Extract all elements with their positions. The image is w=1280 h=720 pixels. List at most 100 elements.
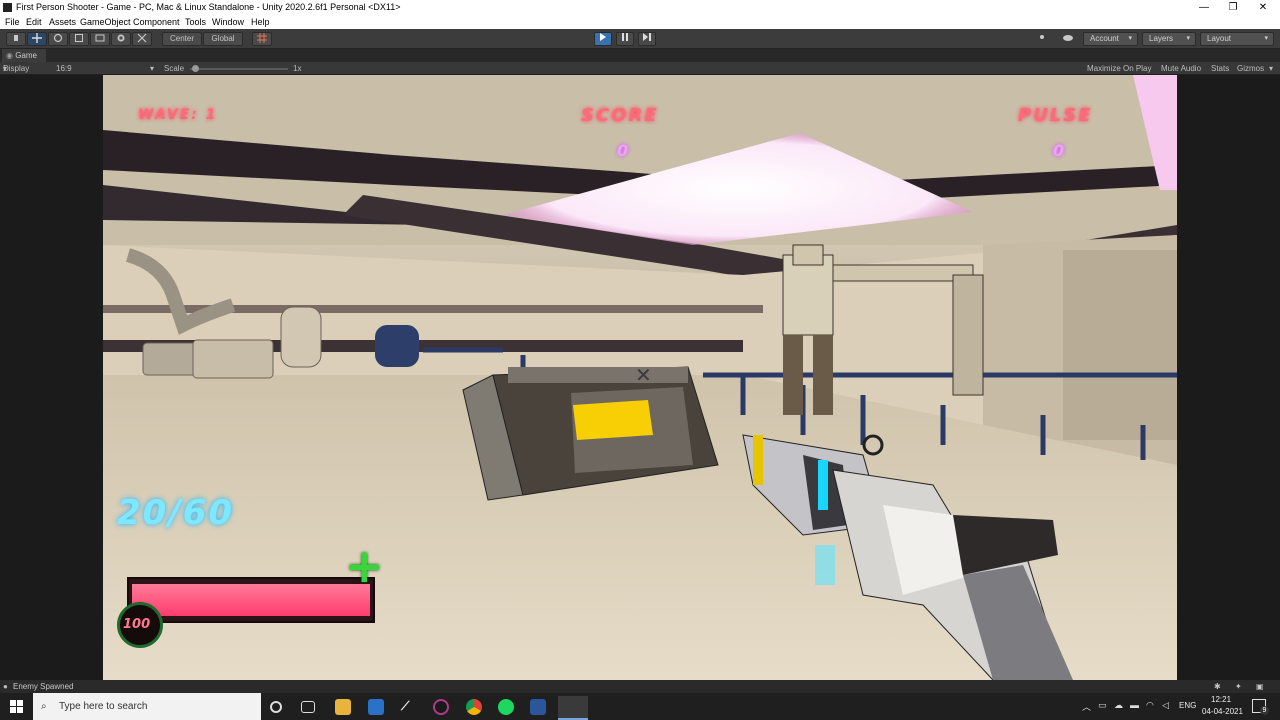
- pulse-label: PULSE: [1018, 105, 1093, 126]
- unity-app-icon: [3, 3, 12, 12]
- stats-toggle[interactable]: Stats: [1211, 62, 1229, 75]
- layers-dropdown[interactable]: Layers ▾: [1142, 32, 1196, 46]
- cortana-icon[interactable]: [270, 701, 282, 713]
- title-bar: First Person Shooter - Game - PC, Mac & …: [0, 0, 1280, 15]
- account-label: Account: [1090, 34, 1119, 43]
- device-icon[interactable]: ▭: [1098, 700, 1107, 711]
- menu-edit[interactable]: Edit: [26, 15, 42, 29]
- hand-icon: [14, 35, 18, 41]
- taskbar-search-box[interactable]: ⌕ Type here to search: [33, 693, 261, 720]
- collab-button[interactable]: [1032, 32, 1052, 46]
- game-controller-icon: ◉: [6, 51, 16, 60]
- chrome-icon[interactable]: [466, 699, 482, 715]
- gizmos-dropdown[interactable]: Gizmos: [1237, 62, 1264, 75]
- clock-date[interactable]: 04-04-2021: [1202, 707, 1243, 716]
- rotate-icon: [53, 33, 63, 43]
- minimize-button[interactable]: —: [1193, 0, 1215, 15]
- game-view-controls: Display 1 ▾ 16:9 Aspect ▾ Scale 1x Maxim…: [0, 62, 1280, 86]
- pivot-label: Center: [169, 34, 194, 43]
- rotate-tool-button[interactable]: [48, 32, 68, 46]
- space-label: Global: [211, 34, 235, 43]
- grid-snap-button[interactable]: [252, 32, 272, 46]
- space-global-toggle[interactable]: Global: [203, 32, 243, 46]
- chevron-down-icon: ▾: [3, 64, 8, 73]
- language-indicator[interactable]: ENG: [1179, 701, 1196, 710]
- cloud-button[interactable]: [1057, 32, 1079, 46]
- menu-tools[interactable]: Tools: [185, 15, 206, 29]
- notifications-icon[interactable]: 9: [1252, 699, 1269, 715]
- pause-button[interactable]: [616, 32, 634, 46]
- info-icon: ●: [3, 682, 8, 691]
- unity-editor-icon[interactable]: [558, 696, 588, 720]
- task-view-icon[interactable]: [301, 701, 315, 713]
- custom-tool-button[interactable]: [132, 32, 152, 46]
- status-message: Enemy Spawned: [13, 682, 74, 691]
- windows-start-icon[interactable]: [10, 700, 23, 713]
- menu-component[interactable]: Component: [133, 15, 180, 29]
- play-button[interactable]: [594, 32, 612, 46]
- mail-icon[interactable]: [368, 699, 384, 715]
- progress-icon: ✱: [1214, 682, 1221, 691]
- window-title: First Person Shooter - Game - PC, Mac & …: [16, 2, 401, 12]
- right-wall-panel: [1063, 250, 1177, 440]
- clock-time[interactable]: 12:21: [1211, 695, 1231, 704]
- search-placeholder: Type here to search: [59, 701, 148, 712]
- wifi-icon[interactable]: ◠: [1146, 700, 1154, 711]
- transform-tool-button[interactable]: [111, 32, 131, 46]
- volume-icon[interactable]: ◁: [1162, 700, 1169, 711]
- notification-count: 9: [1260, 706, 1269, 715]
- chevron-down-icon: ▾: [1128, 35, 1132, 42]
- spotify-icon[interactable]: [498, 699, 514, 715]
- layers-label: Layers: [1149, 34, 1174, 43]
- crosshair-icon: ✕: [635, 363, 652, 387]
- maximize-button[interactable]: ❐: [1222, 0, 1244, 15]
- account-dropdown[interactable]: Account ▾: [1083, 32, 1138, 46]
- chevron-down-icon: ▾: [1264, 35, 1268, 42]
- unity-hub-icon[interactable]: ⟋: [401, 699, 417, 715]
- game-tab-label: Game: [15, 51, 37, 60]
- layout-label: Layout: [1207, 34, 1232, 43]
- cloud-icon: [1063, 35, 1073, 41]
- menu-help[interactable]: Help: [251, 15, 270, 29]
- scale-value: 1x: [293, 64, 302, 73]
- chevron-up-icon[interactable]: ︿: [1082, 700, 1091, 713]
- maximize-on-play-toggle[interactable]: Maximize On Play: [1087, 62, 1151, 75]
- console-status-bar[interactable]: ● Enemy Spawned ✱ ✦ ▣: [0, 680, 1280, 693]
- step-icon: [643, 33, 651, 41]
- menu-assets[interactable]: Assets: [49, 15, 76, 29]
- menu-gameobject[interactable]: GameObject: [80, 15, 131, 29]
- word-icon[interactable]: [530, 699, 546, 715]
- onedrive-icon[interactable]: ☁: [1114, 700, 1123, 711]
- pipe: [192, 339, 274, 379]
- score-label: SCORE: [581, 105, 659, 126]
- health-bar: [127, 577, 375, 623]
- pivot-center-toggle[interactable]: Center: [162, 32, 202, 46]
- game-viewport[interactable]: WAVE: 1 SCORE 0 PULSE 0 ✕ 20/60 100 +: [103, 75, 1177, 680]
- scale-slider-knob[interactable]: [191, 65, 199, 72]
- close-button[interactable]: ✕: [1252, 0, 1274, 15]
- file-explorer-icon[interactable]: [335, 699, 351, 715]
- wrench-icon: [137, 33, 147, 43]
- battery-icon[interactable]: ▬: [1130, 700, 1139, 710]
- hand-tool-button[interactable]: [6, 32, 26, 46]
- ammo-counter: 20/60: [117, 493, 235, 533]
- step-button[interactable]: [638, 32, 656, 46]
- windows-taskbar: ⌕ Type here to search ⟋ ︿ ▭ ☁ ▬ ◠ ◁ ENG …: [0, 693, 1280, 720]
- scale-slider[interactable]: [190, 65, 288, 72]
- menu-file[interactable]: File: [5, 15, 20, 29]
- rect-icon: [95, 34, 105, 42]
- chevron-down-icon: ▾: [150, 64, 155, 73]
- scale-icon: [75, 34, 83, 42]
- menu-window[interactable]: Window: [212, 15, 244, 29]
- chevron-down-icon: ▾: [1269, 64, 1274, 73]
- move-tool-button[interactable]: [27, 32, 47, 46]
- game-tab[interactable]: ◉ Game: [2, 49, 46, 62]
- blue-barrel: [375, 325, 419, 367]
- search-icon: ⌕: [41, 701, 47, 712]
- layout-dropdown[interactable]: Layout ▾: [1200, 32, 1274, 46]
- rect-tool-button[interactable]: [90, 32, 110, 46]
- mute-audio-toggle[interactable]: Mute Audio: [1161, 62, 1201, 75]
- app-icon[interactable]: [433, 699, 449, 715]
- scale-tool-button[interactable]: [69, 32, 89, 46]
- health-value: 100: [123, 617, 151, 632]
